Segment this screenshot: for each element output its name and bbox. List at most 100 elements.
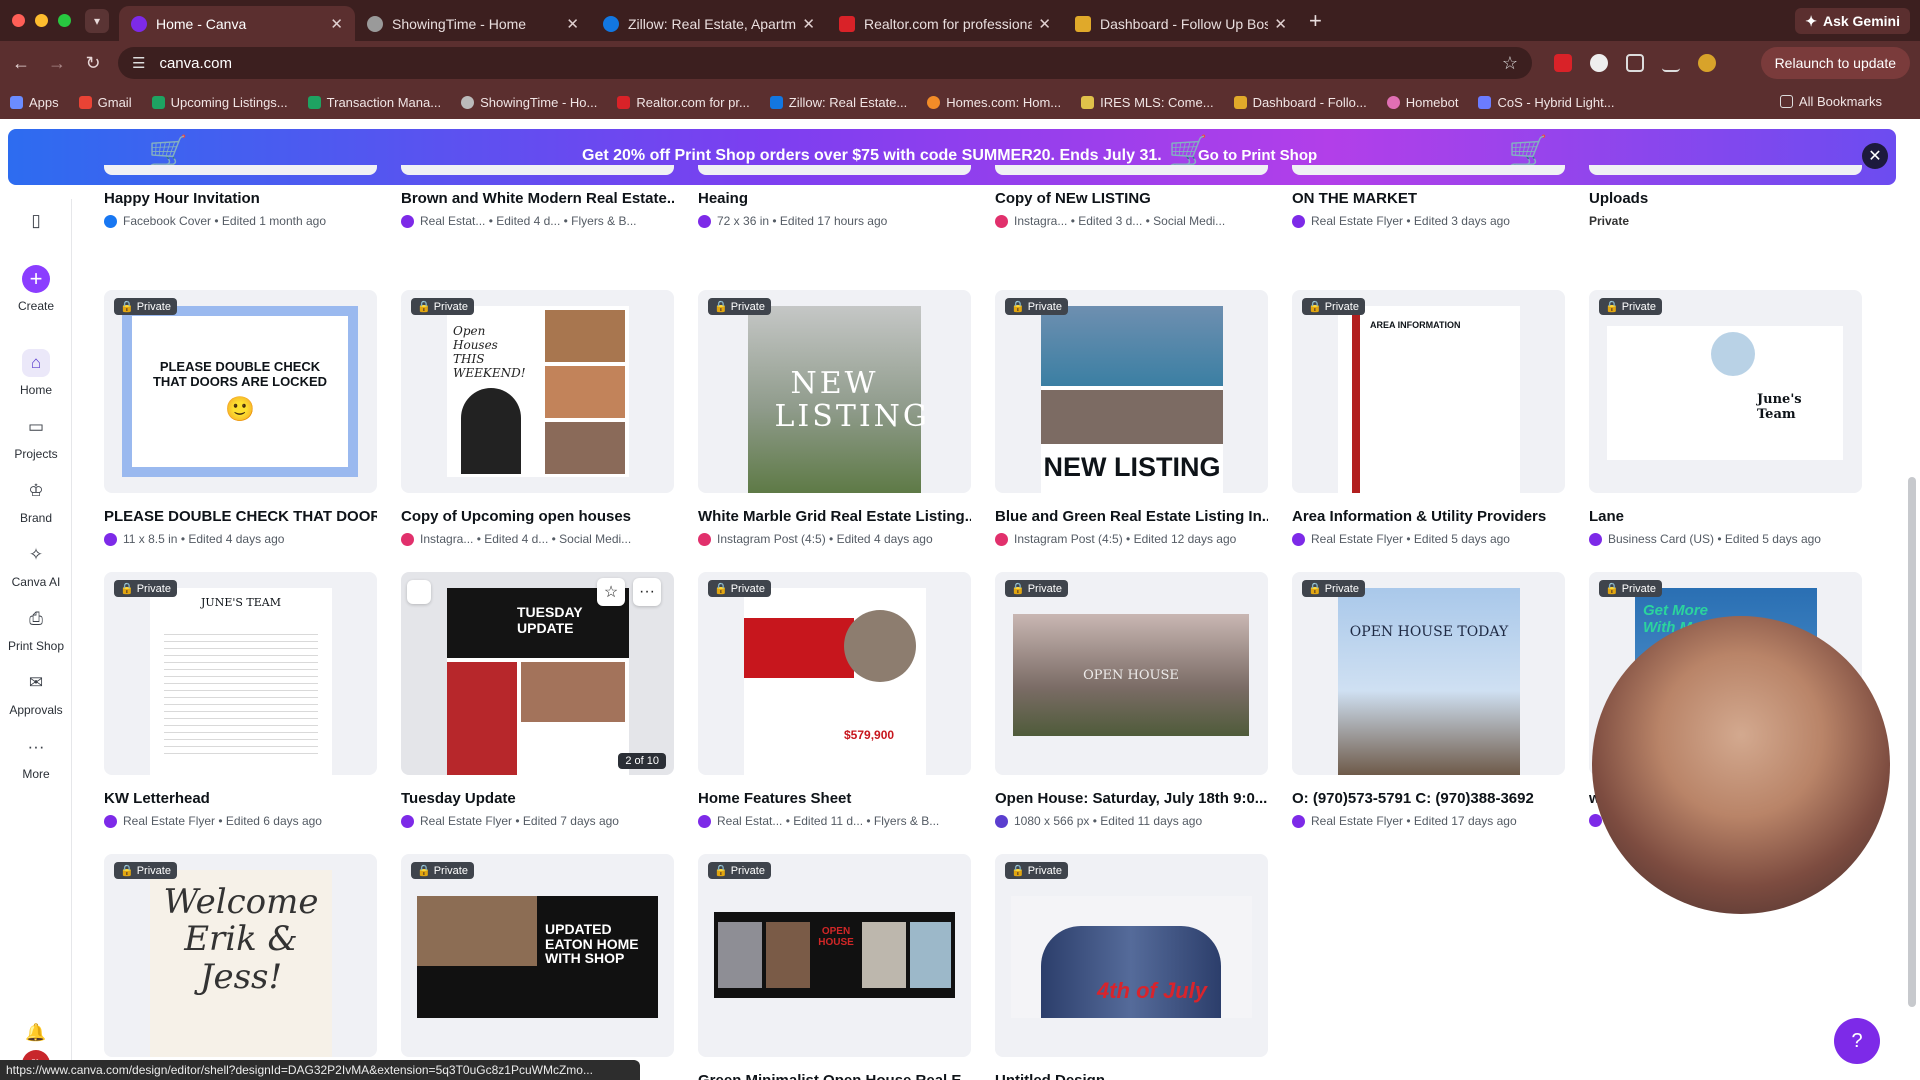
bookmark-star-icon[interactable]: ☆ <box>1502 53 1518 74</box>
design-title[interactable]: Tuesday Update <box>401 790 674 807</box>
close-tab-icon[interactable]: ✕ <box>1274 15 1287 33</box>
design-card[interactable]: 🔒Private 4th of July Untitled Design <box>995 854 1268 1080</box>
more-options-icon[interactable]: ··· <box>633 578 661 606</box>
help-button[interactable]: ? <box>1834 1018 1880 1064</box>
design-title[interactable]: KW Letterhead <box>104 790 377 807</box>
create-button[interactable]: + Create <box>0 265 72 313</box>
design-title[interactable]: Home Features Sheet <box>698 790 971 807</box>
design-card[interactable]: 🔒 Private OPEN HOUSE TODAY O: (970)573-57… <box>1292 572 1565 828</box>
design-card[interactable]: 🔒 Private UPDATED EATON HOME WITH SHOP <box>401 854 674 1072</box>
design-card[interactable]: 🔒 Private OPEN HOUSE Open House: Saturday… <box>995 572 1268 828</box>
tab-showingtime[interactable]: ShowingTime - Home ✕ <box>355 6 591 41</box>
notifications-button[interactable]: 🔔 <box>0 1019 72 1053</box>
extension-icon[interactable] <box>1554 54 1572 72</box>
puzzle-icon[interactable] <box>1626 54 1644 72</box>
bookmark-item[interactable]: Dashboard - Follo... <box>1233 95 1367 110</box>
forward-arrow-icon[interactable]: → <box>42 53 72 74</box>
print-shop-link[interactable]: Go to Print Shop <box>1198 147 1317 164</box>
design-title[interactable]: Blue and Green Real Estate Listing In... <box>995 508 1268 525</box>
tab-followupboss[interactable]: Dashboard - Follow Up Boss ✕ <box>1063 6 1299 41</box>
design-title[interactable]: O: (970)573-5791 C: (970)388-3692 <box>1292 790 1565 807</box>
close-tab-icon[interactable]: ✕ <box>1038 15 1051 33</box>
bookmark-item[interactable]: Homebot <box>1386 95 1458 110</box>
reload-icon[interactable]: ↻ <box>78 53 108 74</box>
select-checkbox[interactable] <box>407 580 431 604</box>
download-icon[interactable] <box>1662 54 1680 72</box>
bookmark-item[interactable]: Apps <box>10 95 59 110</box>
design-title[interactable]: Green Minimalist Open House Real E... <box>698 1072 971 1080</box>
design-card[interactable]: 🔒 Private Open Houses THIS WEEKEND! Copy … <box>401 290 674 546</box>
bookmark-item[interactable]: ShowingTime - Ho... <box>461 95 597 110</box>
design-card[interactable]: 🔒 Private $579,900 Home Features Sheet Re… <box>698 572 971 828</box>
design-title[interactable]: Lane <box>1589 508 1862 525</box>
bookmark-item[interactable]: Transaction Mana... <box>307 95 441 110</box>
folder-title[interactable]: Uploads <box>1589 190 1862 207</box>
new-tab-button[interactable]: + <box>1309 8 1322 34</box>
design-card[interactable]: ON THE MARKET Real Estate Flyer • Edited … <box>1292 165 1565 228</box>
bookmark-item[interactable]: CoS - Hybrid Light... <box>1478 95 1615 110</box>
design-card[interactable]: 🔒 Private NEW LISTING White Marble Grid R… <box>698 290 971 546</box>
sidebar-item-home[interactable]: ⌂ Home <box>0 349 72 397</box>
star-icon[interactable]: ☆ <box>597 578 625 606</box>
design-title[interactable]: White Marble Grid Real Estate Listing... <box>698 508 971 525</box>
design-card[interactable]: 🔒 Private June's Team Lane Business Card … <box>1589 290 1862 546</box>
design-card[interactable]: Brown and White Modern Real Estate... Rea… <box>401 165 674 228</box>
close-tab-icon[interactable]: ✕ <box>802 15 815 33</box>
tab-realtor[interactable]: Realtor.com for professionals ✕ <box>827 6 1063 41</box>
close-window-button[interactable] <box>12 14 25 27</box>
design-card[interactable]: 🔒 Private AREA INFORMATION Area Informati… <box>1292 290 1565 546</box>
close-tab-icon[interactable]: ✕ <box>330 15 343 33</box>
sidebar-item-approvals[interactable]: ✉ Approvals <box>0 669 72 717</box>
design-title[interactable]: Brown and White Modern Real Estate... <box>401 190 674 207</box>
design-title[interactable]: Untitled Design <box>995 1072 1268 1080</box>
profile-icon[interactable] <box>1698 54 1716 72</box>
bookmark-item[interactable]: Upcoming Listings... <box>151 95 288 110</box>
design-title[interactable]: Area Information & Utility Providers <box>1292 508 1565 525</box>
tab-canva[interactable]: Home - Canva ✕ <box>119 6 355 41</box>
bookmark-item[interactable]: Realtor.com for pr... <box>617 95 750 110</box>
design-card[interactable]: 🔒 Private Welcome Erik & Jess! <box>104 854 377 1072</box>
window-controls[interactable] <box>12 14 71 27</box>
design-title[interactable]: ON THE MARKET <box>1292 190 1565 207</box>
design-title[interactable]: PLEASE DOUBLE CHECK THAT DOOR... <box>104 508 377 525</box>
sidebar-item-projects[interactable]: ▭ Projects <box>0 413 72 461</box>
bookmark-item[interactable]: Gmail <box>78 95 132 110</box>
design-card[interactable]: 🔒Private OPEN HOUSE Green Minimalist Ope… <box>698 854 971 1080</box>
bookmark-item[interactable]: IRES MLS: Come... <box>1081 95 1214 110</box>
bookmark-item[interactable]: Zillow: Real Estate... <box>769 95 907 110</box>
site-info-icon[interactable]: ☰ <box>132 54 145 72</box>
design-card[interactable]: 🔒 Private JUNE'S TEAM KW Letterhead Real … <box>104 572 377 828</box>
folder-card[interactable]: Uploads Private <box>1589 165 1862 228</box>
back-arrow-icon[interactable]: ← <box>6 53 36 74</box>
design-card[interactable]: 🔒 Private PLEASE DOUBLE CHECK THAT DOORS … <box>104 290 377 546</box>
sidebar-toggle[interactable]: ▯ <box>0 207 72 241</box>
design-card[interactable]: Happy Hour Invitation Facebook Cover • Ed… <box>104 165 377 228</box>
maximize-window-button[interactable] <box>58 14 71 27</box>
sidebar-item-more[interactable]: ··· More <box>0 733 72 781</box>
close-icon[interactable]: ✕ <box>1862 143 1888 169</box>
minimize-window-button[interactable] <box>35 14 48 27</box>
design-title[interactable]: Heaing <box>698 190 971 207</box>
page-scrollbar[interactable] <box>1908 477 1916 1007</box>
ask-gemini-button[interactable]: ✦ Ask Gemini <box>1795 8 1910 34</box>
design-card[interactable]: Copy of NEw LISTING Instagra... • Edited … <box>995 165 1268 228</box>
design-title[interactable]: Happy Hour Invitation <box>104 190 377 207</box>
design-card[interactable]: Heaing 72 x 36 in • Edited 17 hours ago <box>698 165 971 228</box>
sidebar-item-print-shop[interactable]: ⎙ Print Shop <box>0 605 72 653</box>
address-bar[interactable]: ☰ canva.com ☆ <box>118 47 1532 79</box>
bookmark-item[interactable]: Homes.com: Hom... <box>927 95 1061 110</box>
close-tab-icon[interactable]: ✕ <box>566 15 579 33</box>
design-title[interactable]: Copy of Upcoming open houses <box>401 508 674 525</box>
sidebar-item-canva-ai[interactable]: ✧ Canva AI <box>0 541 72 589</box>
sidebar-item-brand[interactable]: ♔ Brand <box>0 477 72 525</box>
extension-icon[interactable] <box>1590 54 1608 72</box>
design-title[interactable]: Open House: Saturday, July 18th 9:0... <box>995 790 1268 807</box>
design-title[interactable]: Copy of NEw LISTING <box>995 190 1268 207</box>
design-card[interactable]: ☆ ··· TUESDAY UPDATE 2 of 10 Tuesday Upd… <box>401 572 674 828</box>
all-bookmarks-button[interactable]: All Bookmarks <box>1779 94 1882 109</box>
room-photo <box>718 922 762 988</box>
tab-search-button[interactable]: ▾ <box>85 8 109 33</box>
tab-zillow[interactable]: Zillow: Real Estate, Apartmen ✕ <box>591 6 827 41</box>
relaunch-button[interactable]: Relaunch to update <box>1760 47 1910 79</box>
design-card[interactable]: 🔒 Private NEW LISTING Blue and Green Real… <box>995 290 1268 546</box>
